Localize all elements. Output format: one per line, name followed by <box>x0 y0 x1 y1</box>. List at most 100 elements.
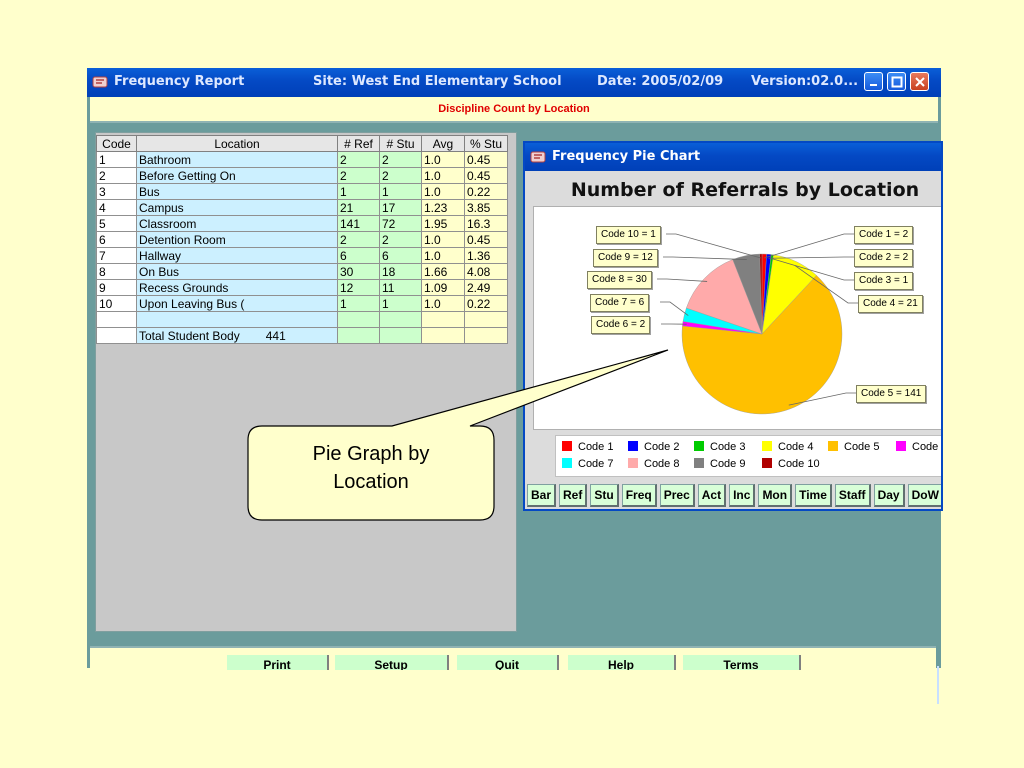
callout-code-8: Code 8 = 30 <box>587 271 652 289</box>
chart-button-inc[interactable]: Inc <box>729 484 756 507</box>
cell-code: 9 <box>96 279 137 296</box>
header-pct-stu[interactable]: % Stu <box>464 135 508 152</box>
chart-button-ref[interactable]: Ref <box>559 484 588 507</box>
legend-swatch <box>628 458 638 468</box>
print-button[interactable]: Print <box>227 655 329 670</box>
cell-avg: 1.0 <box>421 183 465 200</box>
table-row[interactable]: 8 On Bus 30 18 1.66 4.08 <box>96 263 508 280</box>
total-row: Total Student Body 441 <box>96 327 508 344</box>
cell-ref: 1 <box>337 183 380 200</box>
legend-label: Code 4 <box>778 441 814 453</box>
chart-button-act[interactable]: Act <box>697 484 727 507</box>
empty-cell <box>136 311 338 328</box>
leader-line-10 <box>666 233 762 259</box>
legend-item-3: Code 3 <box>694 441 745 453</box>
empty-cell <box>379 311 422 328</box>
header-code[interactable]: Code <box>96 135 137 152</box>
chart-button-day[interactable]: Day <box>873 484 905 507</box>
chart-button-bar[interactable]: Bar <box>527 484 557 507</box>
cell-ref: 30 <box>337 263 380 280</box>
cell-pct-stu: 4.08 <box>464 263 508 280</box>
empty-cell <box>96 327 137 344</box>
chart-button-prec[interactable]: Prec <box>659 484 695 507</box>
total-cell: Total Student Body 441 <box>136 327 338 344</box>
close-icon <box>915 77 925 87</box>
quit-button[interactable]: Quit <box>457 655 559 670</box>
header-stu[interactable]: # Stu <box>379 135 422 152</box>
minimize-button[interactable] <box>864 72 883 91</box>
cell-stu: 2 <box>379 231 422 248</box>
cell-avg: 1.23 <box>421 199 465 216</box>
callout-code-5: Code 5 = 141 <box>856 385 927 403</box>
cell-pct-stu: 0.45 <box>464 167 508 184</box>
cell-ref: 21 <box>337 199 380 216</box>
table-row[interactable]: 1 Bathroom 2 2 1.0 0.45 <box>96 151 508 168</box>
empty-cell <box>96 311 137 328</box>
header-location[interactable]: Location <box>136 135 338 152</box>
cell-ref: 12 <box>337 279 380 296</box>
table-row[interactable]: 4 Campus 21 17 1.23 3.85 <box>96 199 508 216</box>
cell-code: 4 <box>96 199 137 216</box>
table-row[interactable]: 3 Bus 1 1 1.0 0.22 <box>96 183 508 200</box>
header-avg[interactable]: Avg <box>421 135 465 152</box>
chart-button-staff[interactable]: Staff <box>834 484 871 507</box>
chart-title: Number of Referrals by Location <box>570 179 920 201</box>
cell-location: Upon Leaving Bus ( <box>136 295 338 312</box>
main-title-bar[interactable]: Frequency Report Site: West End Elementa… <box>87 68 941 97</box>
chart-button-mon[interactable]: Mon <box>758 484 793 507</box>
cell-avg: 1.66 <box>421 263 465 280</box>
cell-avg: 1.0 <box>421 151 465 168</box>
callout-line-1: Pie Graph by <box>312 443 430 465</box>
cell-code: 1 <box>96 151 137 168</box>
setup-button[interactable]: Setup <box>335 655 449 670</box>
cell-stu: 2 <box>379 151 422 168</box>
chart-button-dow[interactable]: DoW <box>907 484 941 507</box>
report-subtitle: Discipline Count by Location <box>438 103 590 115</box>
chart-legend: Code 1 Code 2 Code 3 Code 4 Code 5 Code Code 7… <box>555 435 941 477</box>
cell-stu: 11 <box>379 279 422 296</box>
legend-item-6: Code <box>896 441 938 453</box>
table-row[interactable]: 6 Detention Room 2 2 1.0 0.45 <box>96 231 508 248</box>
table-row-empty <box>96 311 508 328</box>
maximize-button[interactable] <box>887 72 906 91</box>
chart-button-time[interactable]: Time <box>795 484 832 507</box>
table-row[interactable]: 9 Recess Grounds 12 11 1.09 2.49 <box>96 279 508 296</box>
leader-line-8 <box>657 278 708 282</box>
maximize-icon <box>891 76 903 88</box>
legend-label: Code <box>912 441 939 453</box>
legend-swatch <box>762 441 772 451</box>
chart-button-freq[interactable]: Freq <box>621 484 657 507</box>
table-row[interactable]: 5 Classroom 141 72 1.95 16.3 <box>96 215 508 232</box>
cell-avg: 1.0 <box>421 231 465 248</box>
cell-avg: 1.0 <box>421 295 465 312</box>
legend-label: Code 3 <box>710 441 746 453</box>
cell-code: 3 <box>96 183 137 200</box>
cell-pct-stu: 1.36 <box>464 247 508 264</box>
legend-item-9: Code 9 <box>694 458 745 470</box>
chart-type-buttons: Bar Ref Stu Freq Prec Act Inc Mon Time Staff Day Do… <box>527 484 941 508</box>
callout-code-1: Code 1 = 2 <box>854 226 914 244</box>
table-row[interactable]: 2 Before Getting On 2 2 1.0 0.45 <box>96 167 508 184</box>
cell-pct-stu: 3.85 <box>464 199 508 216</box>
cell-code: 8 <box>96 263 137 280</box>
header-ref[interactable]: # Ref <box>337 135 380 152</box>
cell-location: Campus <box>136 199 338 216</box>
help-button[interactable]: Help <box>568 655 676 670</box>
terms-button[interactable]: Terms <box>683 655 801 670</box>
cell-pct-stu: 0.22 <box>464 183 508 200</box>
legend-item-5: Code 5 <box>828 441 879 453</box>
pie-window-icon <box>530 151 546 163</box>
version-label: Version:02.0... <box>751 74 859 89</box>
cell-avg: 1.0 <box>421 247 465 264</box>
empty-cell <box>421 327 465 344</box>
table-row[interactable]: 7 Hallway 6 6 1.0 1.36 <box>96 247 508 264</box>
cell-ref: 141 <box>337 215 380 232</box>
chart-button-stu[interactable]: Stu <box>590 484 619 507</box>
empty-cell <box>421 311 465 328</box>
callout-text: Pie Graph by Location <box>248 440 494 496</box>
table-row[interactable]: 10 Upon Leaving Bus (1 1 1.0 0.22 <box>96 295 508 312</box>
callout-code-6: Code 6 = 2 <box>591 316 651 334</box>
close-button[interactable] <box>910 72 929 91</box>
cell-pct-stu: 0.45 <box>464 231 508 248</box>
pie-title-bar[interactable]: Frequency Pie Chart <box>525 143 941 171</box>
